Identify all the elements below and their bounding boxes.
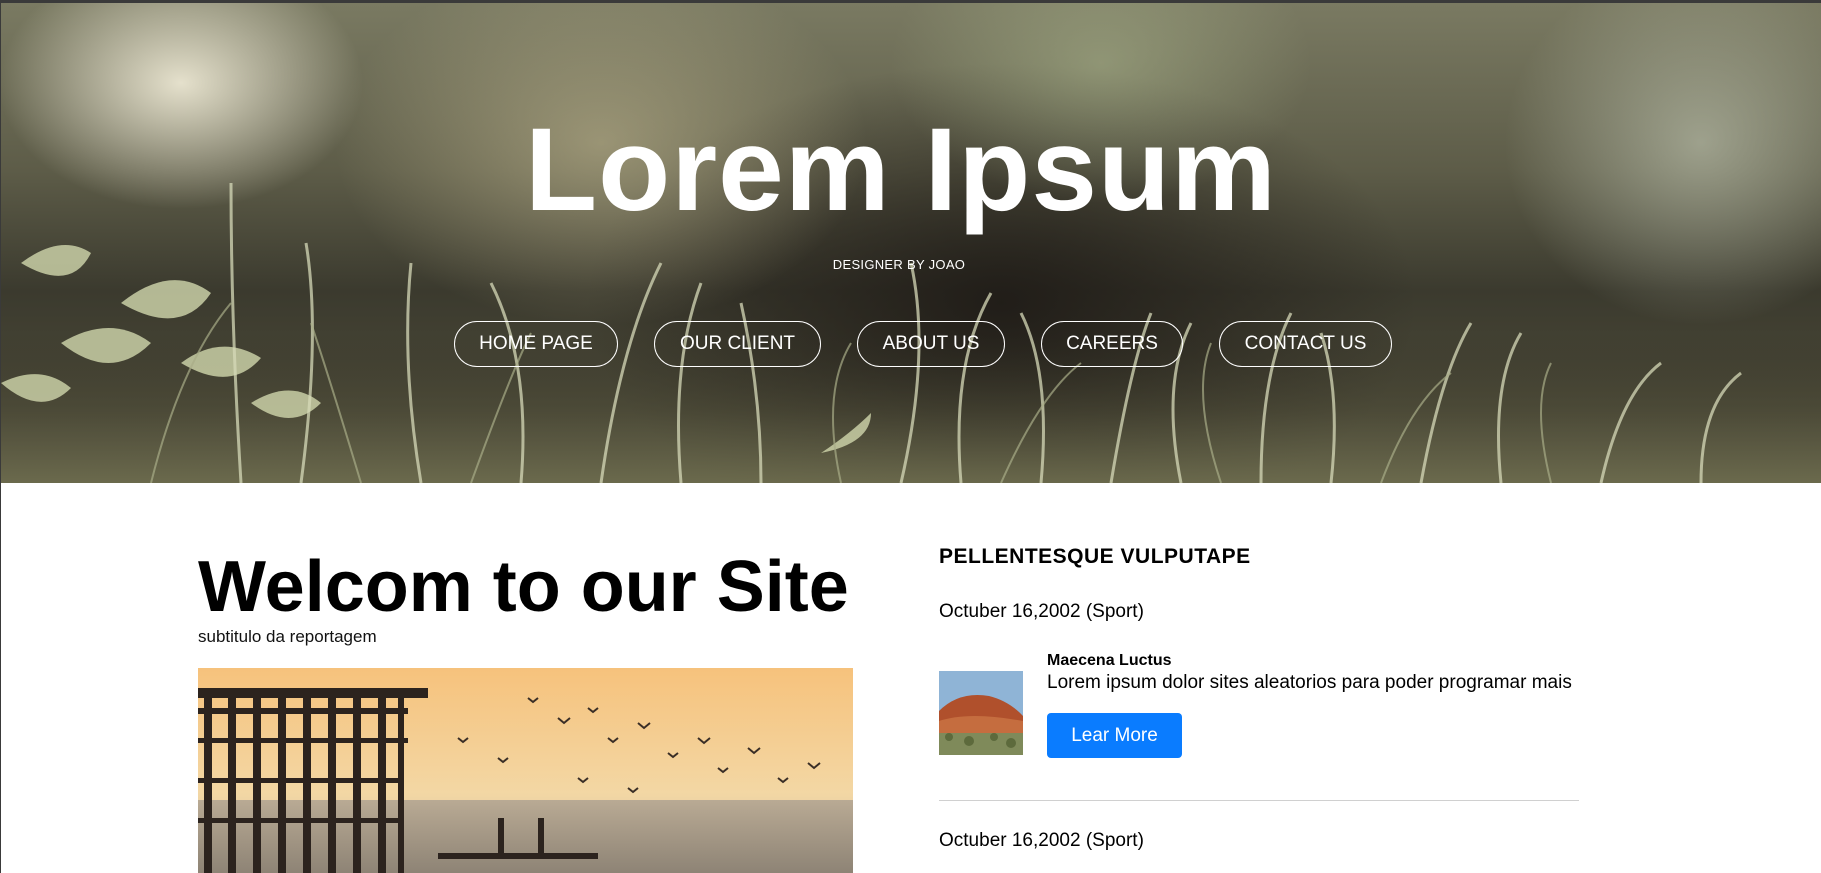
nav-our-client[interactable]: OUR CLIENT — [654, 321, 821, 367]
nav-home-page[interactable]: HOME PAGE — [454, 321, 618, 367]
post-excerpt: Lorem ipsum dolor sites aleatorios para … — [1047, 672, 1572, 693]
site-subtitle: DESIGNER BY JOAO — [832, 257, 966, 272]
post-date: Octuber 16,2002 (Sport) — [939, 601, 1144, 622]
browser-viewport: Lorem Ipsum DESIGNER BY JOAO HOME PAGE O… — [0, 0, 1821, 873]
sidebar-heading: PELLENTESQUE VULPUTAPE — [939, 545, 1251, 568]
learn-more-button[interactable]: Lear More — [1047, 713, 1182, 758]
hero-banner: Lorem Ipsum DESIGNER BY JOAO HOME PAGE O… — [1, 3, 1821, 483]
site-title: Lorem Ipsum — [525, 104, 1277, 236]
feature-image — [198, 668, 853, 873]
post-divider — [939, 800, 1579, 801]
grass-background-image — [1, 182, 1821, 483]
nav-careers[interactable]: CAREERS — [1041, 321, 1183, 367]
post-date: Octuber 16,2002 (Sport) — [939, 830, 1144, 851]
nav-about-us[interactable]: ABOUT US — [857, 321, 1005, 367]
nav-contact-us[interactable]: CONTACT US — [1219, 321, 1392, 367]
page-title: Welcom to our Site — [198, 547, 849, 627]
page-subtitle: subtitulo da reportagem — [198, 627, 377, 646]
post-thumbnail[interactable] — [939, 671, 1023, 755]
post-title[interactable]: Maecena Luctus — [1047, 652, 1171, 670]
